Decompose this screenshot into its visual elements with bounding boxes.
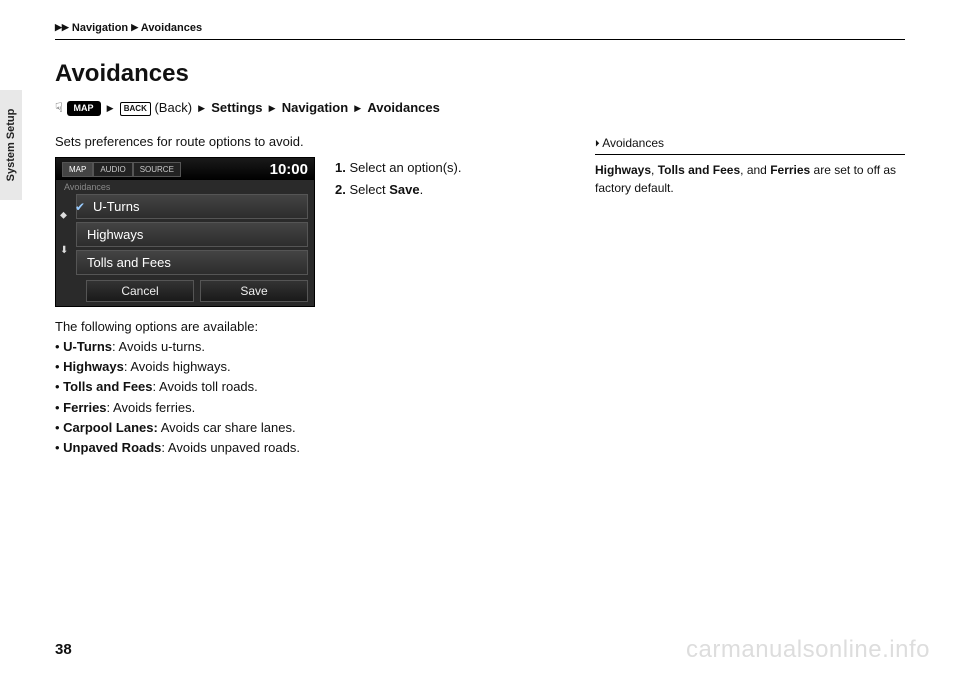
note-bold: Highways [595, 163, 651, 177]
option-desc: Highways: Avoids highways. [55, 357, 555, 377]
side-chapter-label: System Setup [5, 109, 17, 182]
step-number: 1. [335, 160, 346, 175]
option-tolls: Tolls and Fees [87, 255, 171, 270]
path-settings: Settings [211, 100, 262, 115]
option-text: : Avoids toll roads. [153, 379, 258, 394]
instruction-steps: 1. Select an option(s). 2. Select Save. [335, 157, 461, 201]
screen-tab-source: SOURCE [133, 162, 181, 177]
scroll-down-icon: ⬇ [60, 245, 68, 256]
screen-clock: 10:00 [270, 161, 308, 178]
breadcrumb-level-2: Avoidances [141, 22, 202, 34]
option-text: : Avoids unpaved roads. [161, 440, 300, 455]
list-item: Highways [76, 222, 308, 247]
path-arrow-icon: ▶ [196, 103, 208, 113]
note-arrow-icon: ⏵ [595, 138, 600, 148]
note-bold: Ferries [770, 163, 810, 177]
step-text-save: Save [389, 182, 419, 197]
navigation-path: ☟ MAP ▶ BACK (Back) ▶ Settings ▶ Navigat… [55, 98, 905, 118]
step-1: 1. Select an option(s). [335, 157, 461, 179]
step-number: 2. [335, 182, 346, 197]
breadcrumb-arrow-icon: ▶ [131, 22, 138, 32]
page-title: Avoidances [55, 60, 905, 88]
option-text: : Avoids u-turns. [112, 339, 205, 354]
option-text: Avoids car share lanes. [158, 420, 296, 435]
step-2: 2. Select Save. [335, 179, 461, 201]
page-content: Avoidances ☟ MAP ▶ BACK (Back) ▶ Setting… [55, 60, 905, 458]
breadcrumb-level-1: Navigation [72, 22, 128, 34]
breadcrumb: ▶▶ Navigation ▶ Avoidances [55, 22, 905, 34]
step-text: Select an option(s). [349, 160, 461, 175]
option-name: Carpool Lanes: [63, 420, 158, 435]
path-arrow-icon: ▶ [352, 103, 364, 113]
note-text: , [651, 163, 658, 177]
options-lead: The following options are available: [55, 317, 555, 337]
back-word: (Back) [154, 100, 192, 115]
sidebar-note: ⏵ Avoidances Highways, Tolls and Fees, a… [595, 134, 905, 197]
options-list: The following options are available: U-T… [55, 317, 555, 458]
option-name: Ferries [63, 400, 106, 415]
save-button: Save [200, 280, 308, 302]
note-bold: Tolls and Fees [658, 163, 740, 177]
option-desc: Carpool Lanes: Avoids car share lanes. [55, 418, 555, 438]
option-name: Highways [63, 359, 124, 374]
step-text-c: . [420, 182, 424, 197]
side-chapter-tab: System Setup [0, 90, 22, 200]
option-name: Unpaved Roads [63, 440, 161, 455]
breadcrumb-arrow-icon: ▶▶ [55, 22, 69, 32]
option-desc: Ferries: Avoids ferries. [55, 398, 555, 418]
cancel-button: Cancel [86, 280, 194, 302]
list-item: Tolls and Fees [76, 250, 308, 275]
screenshot-mock: MAP AUDIO SOURCE 10:00 Avoidances ⬥ ⬇ ✔ [55, 157, 315, 307]
map-button-icon: MAP [67, 101, 101, 116]
check-icon: ✔ [73, 200, 87, 214]
back-button-icon: BACK [120, 102, 151, 116]
option-desc: Unpaved Roads: Avoids unpaved roads. [55, 438, 555, 458]
option-uturns: U-Turns [93, 199, 139, 214]
path-avoidances: Avoidances [367, 100, 440, 115]
path-arrow-icon: ▶ [266, 103, 278, 113]
scroll-arrows: ⬥ ⬇ [60, 210, 68, 256]
watermark: carmanualsonline.info [686, 636, 930, 664]
screen-tab-map: MAP [62, 162, 93, 177]
screen-tab-audio: AUDIO [93, 162, 132, 177]
scroll-up-icon: ⬥ [60, 210, 68, 221]
page-header: ▶▶ Navigation ▶ Avoidances [55, 22, 905, 40]
option-highways: Highways [87, 227, 143, 242]
page-number: 38 [55, 641, 72, 658]
note-title: Avoidances [602, 136, 664, 150]
intro-text: Sets preferences for route options to av… [55, 134, 555, 149]
option-desc: Tolls and Fees: Avoids toll roads. [55, 377, 555, 397]
sidebar-note-heading: ⏵ Avoidances [595, 134, 905, 155]
option-text: : Avoids ferries. [107, 400, 196, 415]
option-name: U-Turns [63, 339, 112, 354]
path-arrow-icon: ▶ [104, 103, 116, 113]
option-name: Tolls and Fees [63, 379, 152, 394]
option-desc: U-Turns: Avoids u-turns. [55, 337, 555, 357]
list-item: ✔ U-Turns [76, 194, 308, 219]
note-text: , and [740, 163, 770, 177]
path-navigation: Navigation [282, 100, 348, 115]
note-body: Highways, Tolls and Fees, and Ferries ar… [595, 161, 905, 197]
screen-subtitle: Avoidances [56, 180, 314, 194]
hand-icon: ☟ [55, 100, 63, 115]
step-text-a: Select [349, 182, 389, 197]
option-text: : Avoids highways. [124, 359, 231, 374]
